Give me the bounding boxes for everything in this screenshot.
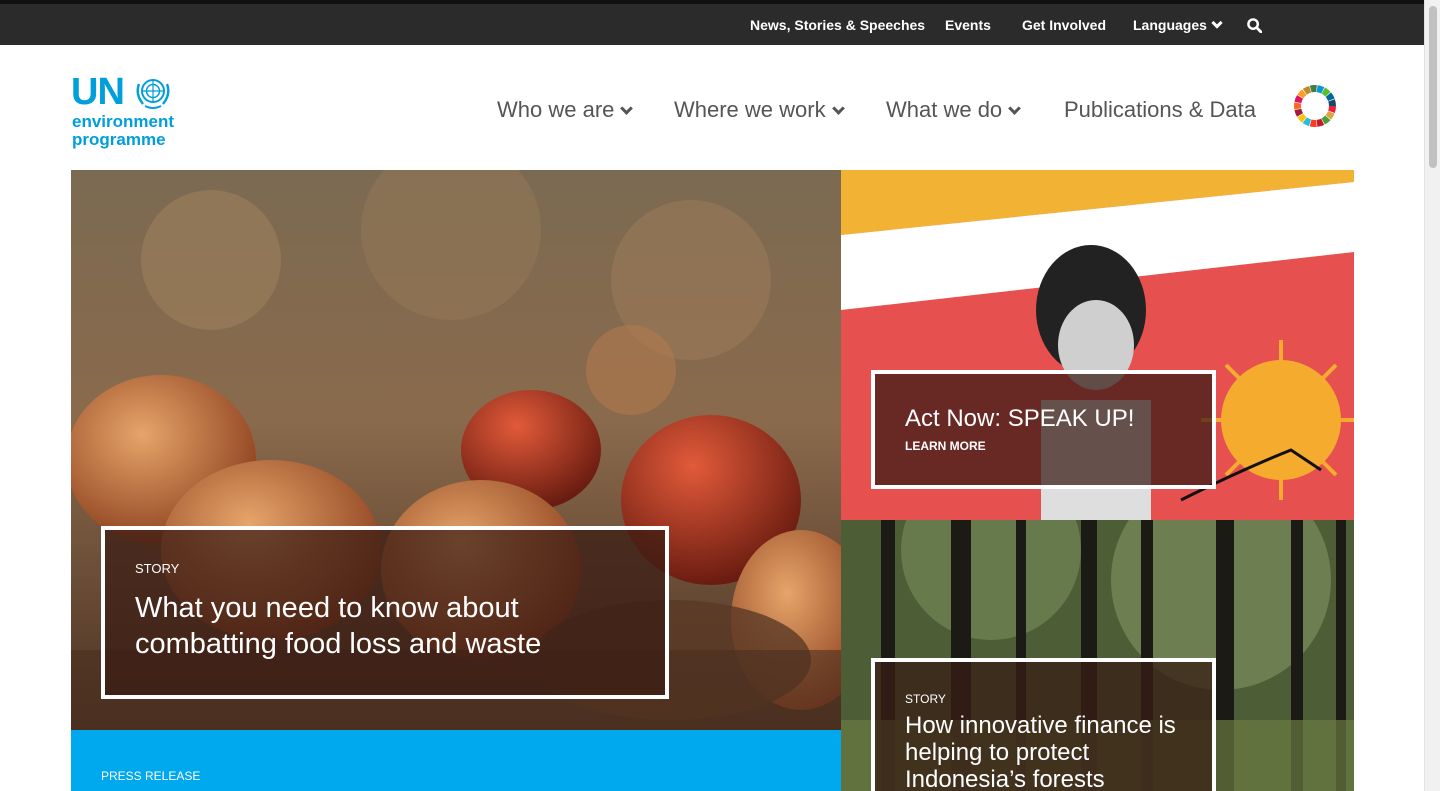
sdg-wheel-icon[interactable] — [1293, 84, 1337, 128]
hero-feature[interactable]: STORY What you need to know about combat… — [71, 170, 841, 730]
forest-story-feature[interactable]: STORY How innovative finance is helping … — [841, 520, 1354, 791]
unep-logo[interactable]: UN environment programme — [71, 72, 181, 151]
utility-bar: News, Stories & Speeches Events Get Invo… — [0, 0, 1424, 45]
chevron-down-icon — [1211, 16, 1223, 29]
chevron-down-icon — [1008, 102, 1022, 115]
nav-who-we-are[interactable]: Who we are — [497, 97, 634, 123]
nav-events-link[interactable]: Events — [945, 17, 991, 33]
nav-what-we-do[interactable]: What we do — [886, 97, 1022, 123]
site-header: UN environment programme Who we are Wher… — [0, 45, 1424, 170]
act-now-title[interactable]: Act Now: SPEAK UP! — [905, 405, 1182, 433]
nav-where-we-work-label: Where we work — [674, 97, 826, 122]
logo-programme-text: programme — [72, 130, 166, 149]
nav-what-we-do-label: What we do — [886, 97, 1003, 122]
learn-more-link[interactable]: LEARN MORE — [905, 439, 1182, 453]
forest-story-kicker: STORY — [905, 692, 946, 706]
press-release-kicker: PRESS RELEASE — [101, 769, 201, 783]
nav-publications-data[interactable]: Publications & Data — [1064, 97, 1256, 123]
logo-environment-text: environment — [72, 112, 175, 131]
act-now-card[interactable]: Act Now: SPEAK UP! LEARN MORE — [871, 370, 1216, 489]
scrollbar-thumb[interactable] — [1429, 6, 1437, 168]
forest-story-title[interactable]: How innovative finance is helping to pro… — [905, 712, 1182, 791]
nav-news-link[interactable]: News, Stories & Speeches — [750, 17, 925, 33]
hero-title[interactable]: What you need to know about combatting f… — [135, 590, 635, 662]
chevron-down-icon — [620, 102, 634, 115]
chevron-down-icon — [831, 102, 845, 115]
press-release-feature[interactable]: PRESS RELEASE — [71, 730, 841, 791]
search-icon[interactable] — [1247, 18, 1262, 33]
scrollbar[interactable] — [1424, 0, 1440, 791]
nav-get-involved-link[interactable]: Get Involved — [1022, 17, 1106, 33]
languages-dropdown[interactable]: Languages — [1133, 16, 1223, 33]
forest-story-card[interactable]: STORY How innovative finance is helping … — [871, 658, 1216, 791]
hero-story-card[interactable]: STORY What you need to know about combat… — [101, 526, 669, 699]
nav-who-we-are-label: Who we are — [497, 97, 615, 122]
hero-kicker: STORY — [135, 561, 180, 576]
logo-un-text: UN — [71, 71, 125, 113]
act-now-feature[interactable]: Act Now: SPEAK UP! LEARN MORE — [841, 170, 1354, 520]
languages-label: Languages — [1133, 16, 1207, 33]
un-emblem-icon — [136, 79, 170, 109]
nav-where-we-work[interactable]: Where we work — [674, 97, 845, 123]
